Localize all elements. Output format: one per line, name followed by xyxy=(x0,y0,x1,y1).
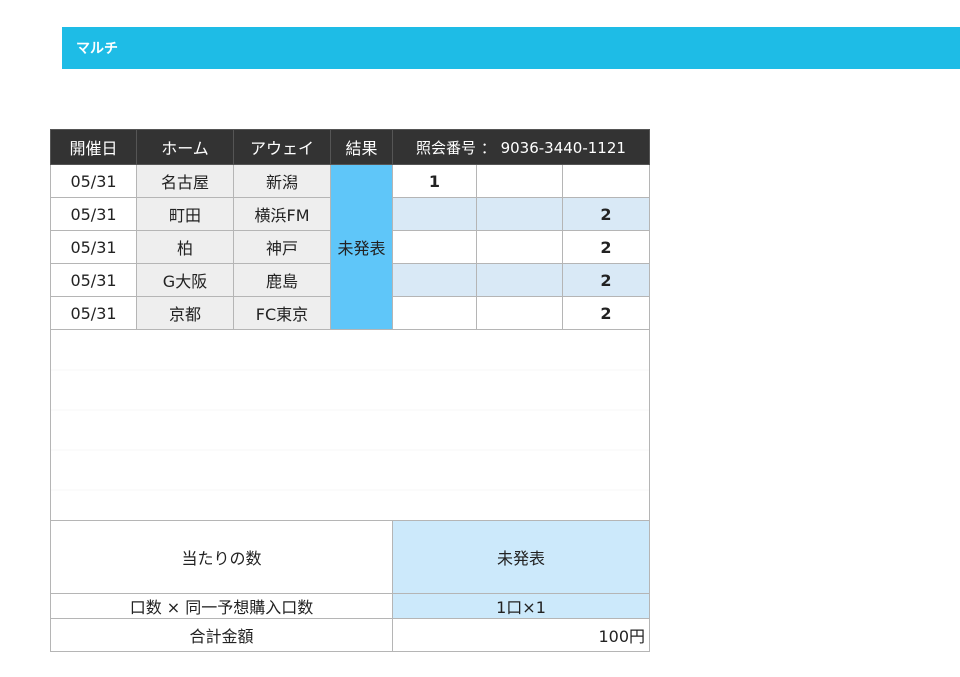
pick-away-win xyxy=(562,164,650,198)
pick-value: 2 xyxy=(600,270,612,290)
pick-value: 2 xyxy=(600,204,612,224)
hits-label: 当たりの数 xyxy=(50,520,393,594)
pick-draw xyxy=(476,296,563,330)
pick-draw xyxy=(476,263,563,297)
away-team: 横浜FM xyxy=(233,197,331,231)
away-team: 鹿島 xyxy=(233,263,331,297)
match-date: 05/31 xyxy=(50,296,137,330)
page-header: マルチ xyxy=(62,27,960,69)
pick-value: 1 xyxy=(428,171,441,191)
match-row: 05/31 名古屋 新潟 未発表 1 xyxy=(50,164,650,330)
home-team: 京都 xyxy=(136,296,234,330)
away-team: 神戸 xyxy=(233,230,331,264)
home-team: G大阪 xyxy=(136,263,234,297)
pick-draw xyxy=(476,164,563,198)
pick-value: 2 xyxy=(600,237,612,257)
prediction-table: 開催日 ホーム アウェイ 結果 照会番号 ： 9036-3440-1121 05… xyxy=(50,129,650,652)
summary-total-row: 合計金額 100円 xyxy=(50,618,650,652)
match-date: 05/31 xyxy=(50,197,137,231)
units-label: 口数 × 同一予想購入口数 xyxy=(50,593,393,619)
match-date: 05/31 xyxy=(50,164,137,198)
away-team: FC東京 xyxy=(233,296,331,330)
empty-area xyxy=(50,329,650,521)
pick-value: 2 xyxy=(600,303,612,323)
match-date: 05/31 xyxy=(50,230,137,264)
column-header-date: 開催日 xyxy=(50,129,137,165)
total-label: 合計金額 xyxy=(50,618,393,652)
column-header-result: 結果 xyxy=(330,129,393,165)
pick-home-win xyxy=(392,296,477,330)
units-value: 1口×1 xyxy=(392,593,650,619)
result-status: 未発表 xyxy=(330,164,393,330)
pick-away-win: 2 xyxy=(562,296,650,330)
column-header-home: ホーム xyxy=(136,129,234,165)
summary-units-row: 口数 × 同一予想購入口数 1口×1 xyxy=(50,593,650,619)
pick-home-win xyxy=(392,230,477,264)
page-title: マルチ xyxy=(76,41,118,57)
home-team: 名古屋 xyxy=(136,164,234,198)
reference-number: 照会番号 ： 9036-3440-1121 xyxy=(392,129,650,165)
pick-away-win: 2 xyxy=(562,230,650,264)
home-team: 柏 xyxy=(136,230,234,264)
hits-value: 未発表 xyxy=(392,520,650,594)
summary-hits-row: 当たりの数 未発表 xyxy=(50,520,650,594)
pick-draw xyxy=(476,230,563,264)
pick-home-win xyxy=(392,263,477,297)
match-date: 05/31 xyxy=(50,263,137,297)
column-header-away: アウェイ xyxy=(233,129,331,165)
pick-draw xyxy=(476,197,563,231)
total-value: 100円 xyxy=(392,618,650,652)
pick-home-win xyxy=(392,197,477,231)
home-team: 町田 xyxy=(136,197,234,231)
pick-away-win: 2 xyxy=(562,263,650,297)
pick-away-win: 2 xyxy=(562,197,650,231)
pick-home-win: 1 xyxy=(392,164,477,198)
away-team: 新潟 xyxy=(233,164,331,198)
empty-spacer-row xyxy=(50,329,650,521)
